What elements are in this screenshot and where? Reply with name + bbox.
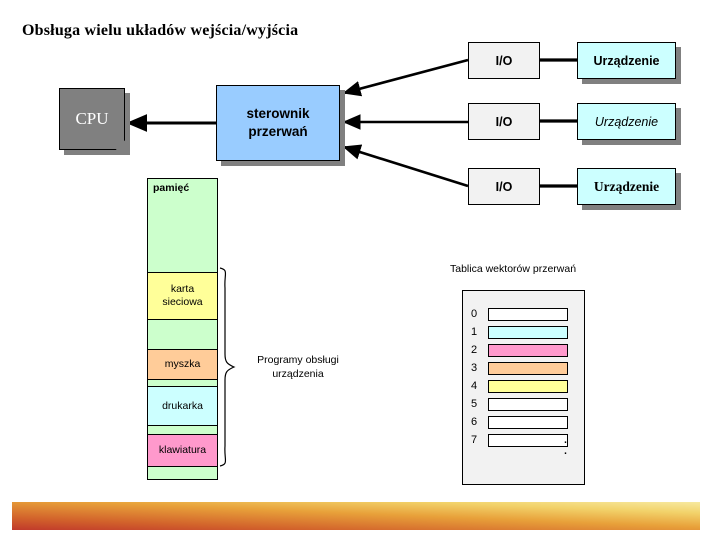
slide-canvas: Obsługa wielu układów wejścia/wyjścia CP… [0, 0, 720, 540]
memory-title: pamięć [153, 182, 190, 194]
vector-table-slot[interactable] [488, 415, 568, 429]
memory-segment-label: drukarka [162, 399, 203, 412]
vector-table-index: 6 [471, 415, 478, 428]
device-box-2[interactable]: Urządzenie [577, 168, 676, 205]
memory-segment-klawiatura[interactable]: klawiatura [148, 434, 217, 467]
vector-table-row[interactable]: 5 [471, 397, 568, 411]
vector-table-row[interactable]: 2 [471, 343, 568, 357]
driver-programs-label: Programy obsługi urządzenia [243, 353, 353, 381]
driver-brace [219, 267, 236, 467]
memory-segment-label: klawiatura [158, 444, 207, 457]
vector-table-slot[interactable] [488, 433, 568, 447]
vector-table-index: 5 [471, 397, 478, 410]
memory-segment-myszka[interactable]: myszka [148, 349, 217, 380]
vector-table-ellipsis: · · [563, 433, 568, 461]
memory-segment-label: myszka [164, 358, 201, 371]
vector-table-slot[interactable] [488, 343, 568, 357]
vector-table-row[interactable]: 4 [471, 379, 568, 393]
memory-segment-karta-sieciowa[interactable]: karta sieciowa [148, 272, 217, 320]
vector-table-slot[interactable] [488, 307, 568, 321]
driver-programs-line1: Programy obsługi [257, 354, 339, 366]
vector-table-index: 4 [471, 379, 478, 392]
vector-table-index: 1 [471, 325, 478, 338]
device-box-1[interactable]: Urządzenie [577, 103, 676, 140]
interrupt-controller-box[interactable]: sterownik przerwań [216, 85, 340, 161]
footer-gradient-bar [12, 502, 700, 530]
vector-table-row[interactable]: 7 [471, 433, 568, 447]
cpu-label: CPU [75, 109, 109, 128]
device-box-0[interactable]: Urządzenie [577, 42, 676, 79]
io-box-0[interactable]: I/O [468, 42, 540, 79]
vector-table-row[interactable]: 0 [471, 307, 568, 321]
vector-table-row[interactable]: 6 [471, 415, 568, 429]
memory-segment-label-line2: sieciowa [162, 296, 203, 308]
vector-table-slot[interactable] [488, 325, 568, 339]
vector-table-slot[interactable] [488, 397, 568, 411]
io-box-1[interactable]: I/O [468, 103, 540, 140]
interrupt-controller-line2: przerwań [248, 124, 308, 139]
vector-table-slot[interactable] [488, 379, 568, 393]
memory-column[interactable]: pamięć karta sieciowa myszka drukarka kl… [147, 178, 218, 480]
vector-table-row[interactable]: 3 [471, 361, 568, 375]
driver-programs-line2: urządzenia [272, 368, 324, 381]
memory-segment-label-line1: karta [170, 283, 195, 296]
vector-table-slot[interactable] [488, 361, 568, 375]
page-title: Obsługa wielu układów wejścia/wyjścia [22, 22, 299, 39]
vector-table-title: Tablica wektorów przerwań [450, 263, 577, 275]
memory-segment-drukarka[interactable]: drukarka [148, 386, 217, 426]
io-box-2[interactable]: I/O [468, 168, 540, 205]
vector-table-row[interactable]: 1 [471, 325, 568, 339]
vector-table-index: 0 [471, 307, 478, 320]
vector-table-index: 3 [471, 361, 478, 374]
vector-table-box[interactable]: 0 1 2 3 4 5 6 7 · · [462, 290, 585, 485]
vector-table-index: 7 [471, 433, 478, 446]
interrupt-controller-line1: sterownik [246, 105, 310, 121]
vector-table-index: 2 [471, 343, 478, 356]
